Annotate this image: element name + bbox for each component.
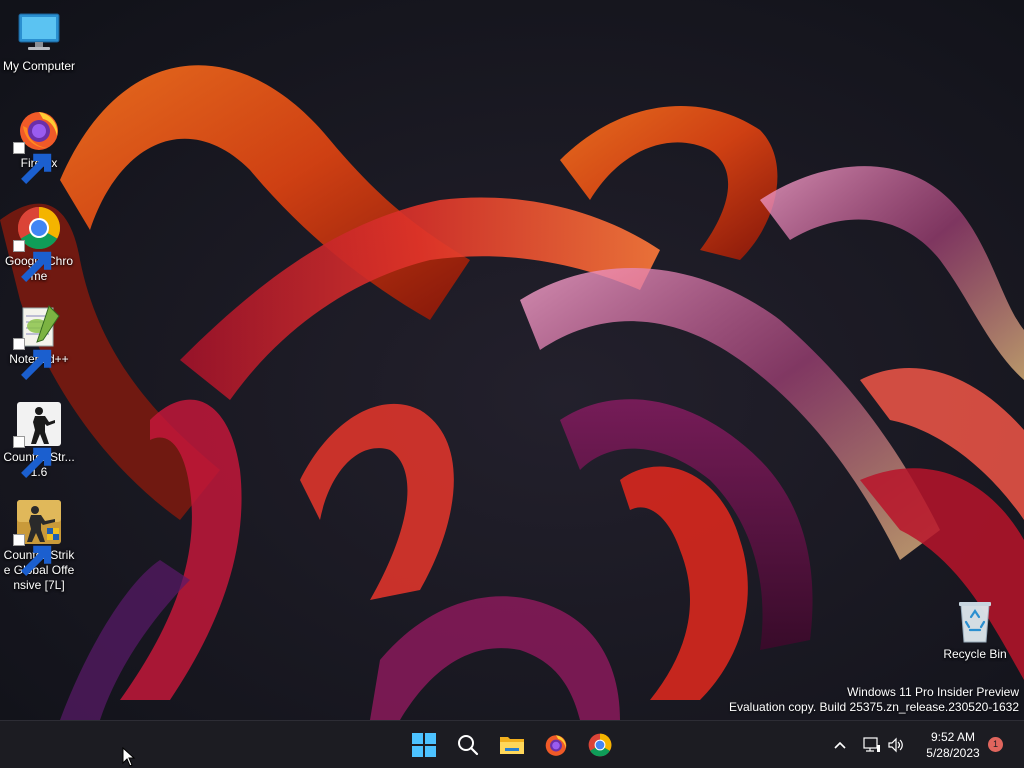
windows-start-icon (412, 733, 436, 757)
shortcut-arrow-icon (13, 240, 52, 282)
windows-evaluation-watermark: Windows 11 Pro Insider Preview Evaluatio… (729, 685, 1019, 715)
network-button[interactable] (860, 727, 884, 763)
file-explorer-button[interactable] (494, 727, 530, 763)
desktop-icon-firefox[interactable]: Firefox (1, 106, 77, 184)
shortcut-arrow-icon (13, 338, 52, 380)
monitor-icon (18, 13, 60, 50)
desktop-icon-label: My Computer (2, 59, 76, 73)
desktop-icon-counter-strike-global-offensive[interactable]: Counter-Strike Global Offensive [7L] (1, 498, 77, 593)
clock-date: 5/28/2023 (926, 746, 980, 760)
taskbar-firefox-button[interactable] (538, 727, 574, 763)
chrome-icon (588, 733, 612, 757)
clock-time: 9:52 AM (930, 730, 976, 744)
desktop-icon-my-computer[interactable]: My Computer (1, 9, 77, 74)
recycle-bin-icon (959, 602, 991, 643)
chevron-up-icon (834, 741, 846, 749)
search-button[interactable] (450, 727, 486, 763)
mouse-cursor-icon (122, 747, 136, 767)
search-icon (458, 735, 479, 756)
speaker-icon (888, 737, 903, 753)
desktop-icon-counter-strike-16[interactable]: Counter-Str... 1.6 (1, 400, 77, 480)
shortcut-arrow-icon (13, 436, 52, 478)
watermark-line-edition: Windows 11 Pro Insider Preview (847, 685, 1019, 699)
desktop-icon-recycle-bin[interactable]: Recycle Bin (937, 597, 1013, 662)
firefox-icon (545, 735, 567, 756)
network-icon (863, 737, 880, 752)
desktop-wallpaper (0, 0, 1024, 720)
desktop-icon-google-chrome[interactable]: Google Chrome (1, 204, 77, 284)
taskbar-chrome-button[interactable] (582, 727, 618, 763)
volume-button[interactable] (884, 727, 908, 763)
start-button[interactable] (406, 727, 442, 763)
desktop-icon-notepadpp[interactable]: Notepad++ (1, 302, 77, 380)
shortcut-arrow-icon (13, 534, 52, 576)
notification-badge[interactable]: 1 (988, 737, 1003, 752)
taskbar: 9:52 AM 5/28/2023 1 (0, 720, 1024, 768)
tray-overflow-button[interactable] (826, 727, 854, 763)
watermark-line-build: Evaluation copy. Build 25375.zn_release.… (729, 700, 1019, 714)
desktop-icon-label: Recycle Bin (943, 647, 1007, 661)
taskbar-clock[interactable]: 9:52 AM 5/28/2023 (914, 729, 992, 761)
folder-icon (500, 737, 524, 754)
shortcut-arrow-icon (13, 142, 52, 184)
